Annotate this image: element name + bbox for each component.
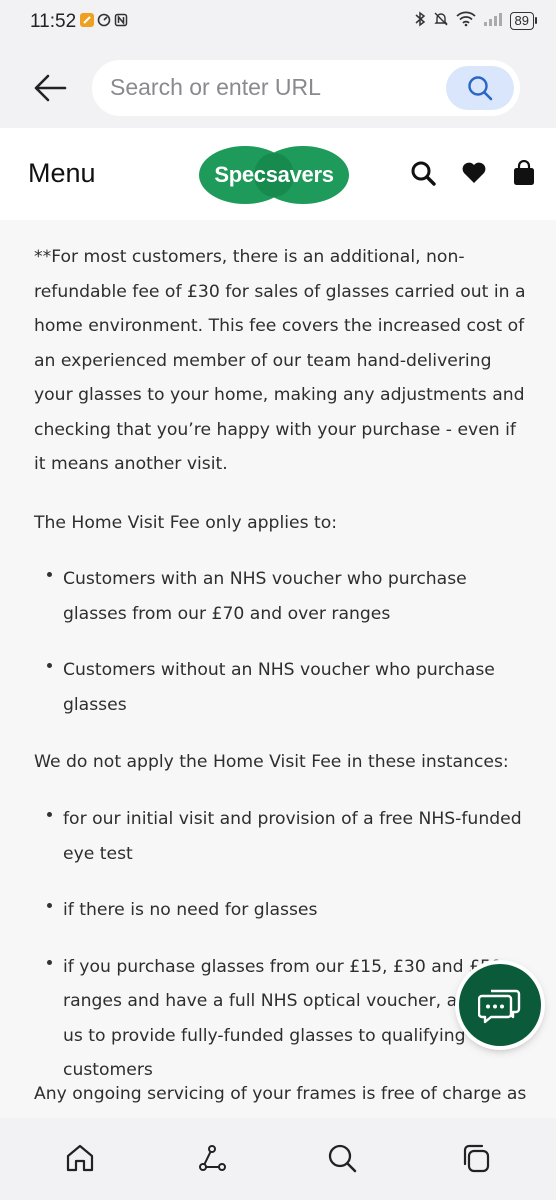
wifi-icon [455, 11, 476, 31]
site-search-button[interactable] [408, 158, 438, 188]
tabs-icon [463, 1144, 490, 1173]
speed-gauge-icon [97, 13, 111, 27]
chat-icon [478, 989, 521, 1024]
menu-button[interactable]: Menu [28, 158, 96, 189]
search-icon [468, 76, 493, 101]
nav-share-button[interactable] [192, 1138, 232, 1178]
wishlist-button[interactable] [459, 158, 489, 188]
nav-home-button[interactable] [60, 1138, 100, 1178]
list-item: if you purchase glasses from our £15, £3… [34, 950, 530, 1088]
servicing-paragraph: Any ongoing servicing of your frames is … [34, 1084, 527, 1104]
address-bar-placeholder: Search or enter URL [110, 74, 321, 100]
search-icon [411, 161, 436, 186]
logo-text: Specsavers [214, 162, 334, 187]
mute-bell-icon [433, 11, 449, 31]
browser-toolbar: Search or enter URL [0, 44, 556, 128]
search-icon [328, 1144, 357, 1173]
signal-icon [483, 11, 503, 31]
list-item: for our initial visit and provision of a… [34, 802, 530, 871]
status-time: 11:52 [30, 11, 77, 32]
heart-icon [462, 162, 486, 183]
status-bar: 11:52 89 [0, 0, 556, 44]
fee-not-apply-list: for our initial visit and provision of a… [34, 802, 530, 1088]
bluetooth-icon [414, 11, 426, 31]
chat-button[interactable] [459, 964, 541, 1046]
fee-applies-heading: The Home Visit Fee only applies to: [34, 513, 338, 533]
browser-bottom-nav [0, 1118, 556, 1200]
home-visit-fee-paragraph: **For most customers, there is an additi… [34, 247, 526, 474]
nav-search-button[interactable] [322, 1138, 362, 1178]
specsavers-logo[interactable]: Specsavers [199, 146, 349, 204]
nfc-icon [114, 13, 128, 27]
home-icon [66, 1144, 94, 1172]
list-item: Customers with an NHS voucher who purcha… [34, 562, 530, 631]
fee-not-apply-heading: We do not apply the Home Visit Fee in th… [34, 752, 509, 772]
site-header: Menu Specsavers [0, 128, 556, 220]
arrow-left-icon [34, 74, 67, 102]
app-notification-icon [80, 13, 94, 27]
back-button[interactable] [30, 70, 70, 106]
address-search-button[interactable] [446, 66, 514, 110]
share-icon [199, 1145, 226, 1171]
bag-icon [514, 160, 534, 185]
address-bar[interactable]: Search or enter URL [92, 60, 520, 116]
list-item: if there is no need for glasses [34, 893, 530, 928]
fee-applies-list: Customers with an NHS voucher who purcha… [34, 562, 530, 722]
battery-indicator: 89 [509, 12, 538, 30]
status-notification-icons [80, 13, 128, 27]
status-system-icons: 89 [414, 11, 538, 31]
list-item: Customers without an NHS voucher who pur… [34, 653, 530, 722]
nav-tabs-button[interactable] [456, 1138, 496, 1178]
basket-button[interactable] [509, 158, 539, 188]
